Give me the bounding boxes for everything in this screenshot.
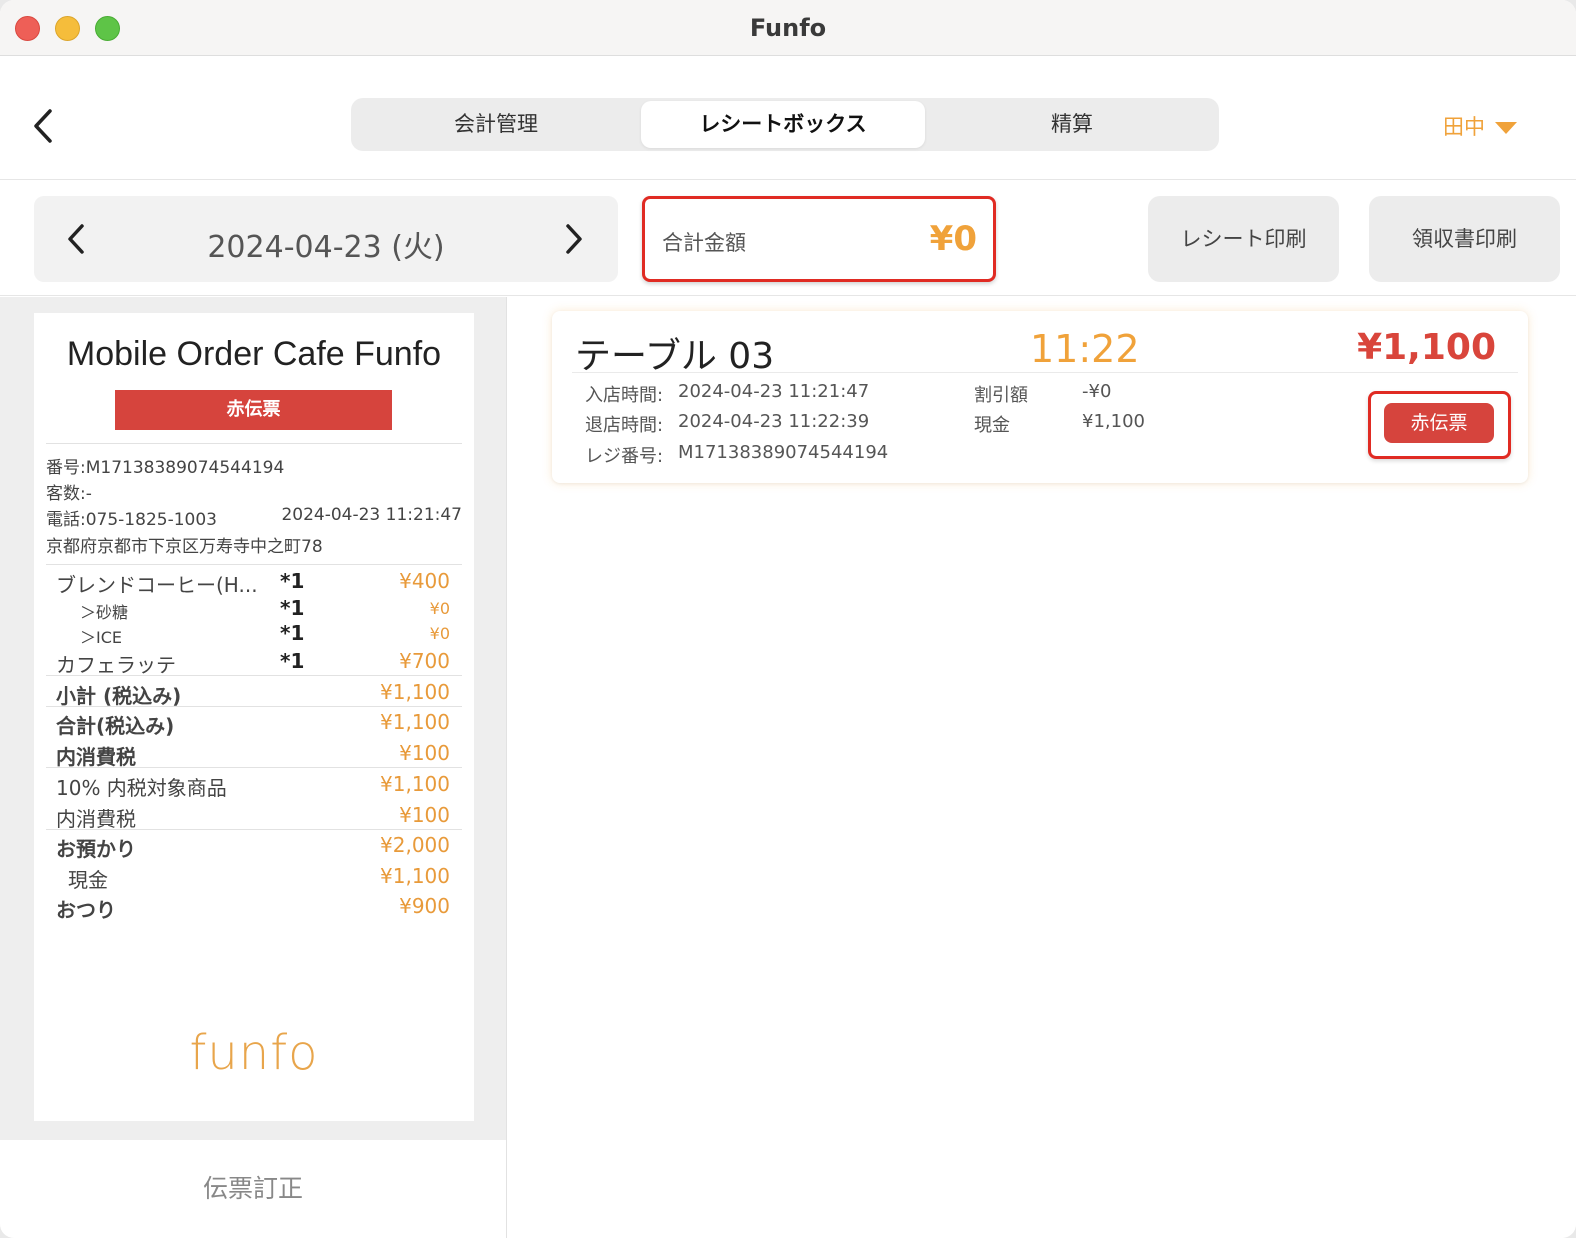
discount-label: 割引額	[974, 385, 1028, 406]
toolbar: 2024-04-23 (火) 合計金額 ¥0 レシート印刷 領収書印刷	[0, 181, 1576, 296]
print-invoice-button[interactable]: 領収書印刷	[1369, 196, 1560, 282]
divider	[572, 372, 1518, 373]
store-name: Mobile Order Cafe Funfo	[66, 335, 442, 373]
summary-label: 現金	[68, 868, 108, 892]
summary-label: 小計 (税込み)	[56, 684, 182, 708]
summary-row: 10% 内税対象商品 ¥1,100	[46, 772, 462, 800]
receipt-option: ＞砂糖 *1 ¥0	[46, 596, 462, 625]
option-name: ＞砂糖	[80, 603, 129, 622]
summary-label: お預かり	[56, 837, 136, 861]
red-slip-button[interactable]: 赤伝票	[1384, 403, 1494, 443]
summary-row: お預かり ¥2,000	[46, 833, 462, 861]
summary-value: ¥900	[399, 894, 450, 918]
summary-value: ¥1,100	[380, 772, 450, 796]
store-phone: 電話:075-1825-1003	[46, 510, 217, 530]
total-amount-label: 合計金額	[662, 231, 746, 255]
cash-value: ¥1,100	[1082, 411, 1145, 432]
item-price: ¥400	[399, 569, 450, 593]
receipt-torn-edge	[34, 1107, 474, 1117]
total-amount-value: ¥0	[929, 219, 977, 259]
summary-label: おつり	[56, 898, 116, 922]
tab-receipt-box[interactable]: レシートボックス	[641, 101, 925, 148]
total-amount-box: 合計金額 ¥0	[642, 196, 996, 282]
checkin-time: 2024-04-23 11:21:47	[678, 381, 870, 402]
slip-correction-button[interactable]: 伝票訂正	[0, 1140, 506, 1238]
checkout-label: 退店時間:	[585, 415, 664, 436]
register-number: M17138389074544194	[678, 442, 889, 463]
checkout-time: 2024-04-23 11:22:39	[678, 411, 870, 432]
app-window: Funfo 会計管理 レシートボックス 精算 田中 2024-04-23 (火)	[0, 0, 1576, 1238]
chevron-left-icon	[68, 224, 84, 254]
chevron-right-icon	[566, 224, 582, 254]
summary-row: 合計(税込み) ¥1,100	[46, 710, 462, 738]
chevron-left-icon	[34, 109, 52, 143]
receipt-number: 番号:M17138389074544194	[46, 458, 285, 478]
summary-row: 現金 ¥1,100	[46, 864, 462, 892]
user-name: 田中	[1443, 115, 1485, 139]
guest-count: 客数:-	[46, 484, 92, 504]
title-bar: Funfo	[0, 0, 1576, 56]
store-address: 京都府京都市下京区万寿寺中之町78	[46, 537, 323, 557]
divider	[46, 675, 462, 676]
summary-row: 内消費税 ¥100	[46, 803, 462, 831]
option-qty: *1	[280, 596, 305, 620]
option-qty: *1	[280, 621, 305, 645]
summary-label: 内消費税	[56, 807, 136, 831]
summary-row: 小計 (税込み) ¥1,100	[46, 680, 462, 708]
order-amount: ¥1,100	[1357, 327, 1496, 368]
discount-value: -¥0	[1082, 381, 1112, 402]
tab-accounting[interactable]: 会計管理	[351, 101, 641, 148]
funfo-logo: funfo	[189, 1025, 319, 1081]
window-title: Funfo	[749, 14, 827, 42]
summary-value: ¥1,100	[380, 710, 450, 734]
divider	[46, 564, 462, 565]
item-price: ¥700	[399, 649, 450, 673]
receipt-preview: Mobile Order Cafe Funfo 赤伝票 番号:M17138389…	[34, 313, 474, 1121]
receipt-item: カフェラッテ *1 ¥700	[46, 649, 462, 677]
receipt-panel: Mobile Order Cafe Funfo 赤伝票 番号:M17138389…	[0, 297, 507, 1238]
item-qty: *1	[280, 569, 305, 593]
divider	[46, 767, 462, 768]
summary-label: 内消費税	[56, 745, 136, 769]
cash-label: 現金	[974, 415, 1010, 436]
summary-label: 10% 内税対象商品	[56, 776, 227, 800]
divider	[46, 706, 462, 707]
divider	[46, 443, 462, 444]
item-name: ブレンドコーヒー(H...	[56, 573, 258, 597]
item-qty: *1	[280, 649, 305, 673]
order-card[interactable]: テーブル 03 11:22 ¥1,100 入店時間: 2024-04-23 11…	[552, 311, 1528, 483]
summary-value: ¥100	[399, 741, 450, 765]
divider	[46, 829, 462, 830]
segmented-control: 会計管理 レシートボックス 精算	[351, 98, 1219, 151]
date-selector: 2024-04-23 (火)	[34, 196, 618, 282]
current-date: 2024-04-23 (火)	[207, 230, 445, 265]
order-list: テーブル 03 11:22 ¥1,100 入店時間: 2024-04-23 11…	[508, 297, 1576, 1238]
option-name: ＞ICE	[80, 628, 123, 647]
order-time: 11:22	[1030, 327, 1140, 371]
summary-value: ¥1,100	[380, 680, 450, 704]
register-label: レジ番号:	[585, 446, 664, 467]
option-price: ¥0	[429, 599, 450, 618]
next-date-button[interactable]	[558, 222, 586, 256]
checkin-label: 入店時間:	[585, 385, 664, 406]
summary-row: 内消費税 ¥100	[46, 741, 462, 769]
caret-down-icon	[1495, 122, 1517, 134]
receipt-option: ＞ICE *1 ¥0	[46, 621, 462, 650]
option-price: ¥0	[429, 624, 450, 643]
tab-settlement[interactable]: 精算	[925, 101, 1219, 148]
receipt-item: ブレンドコーヒー(H... *1 ¥400	[46, 569, 462, 597]
red-slip-badge: 赤伝票	[115, 390, 392, 430]
receipt-datetime: 2024-04-23 11:21:47	[281, 505, 462, 525]
header: 会計管理 レシートボックス 精算 田中	[0, 57, 1576, 180]
item-name: カフェラッテ	[56, 653, 176, 677]
summary-label: 合計(税込み)	[56, 714, 175, 738]
back-button[interactable]	[30, 107, 60, 145]
prev-date-button[interactable]	[64, 222, 92, 256]
print-receipt-button[interactable]: レシート印刷	[1148, 196, 1339, 282]
summary-value: ¥1,100	[380, 864, 450, 888]
user-menu[interactable]: 田中	[1443, 111, 1517, 141]
summary-value: ¥100	[399, 803, 450, 827]
summary-row: おつり ¥900	[46, 894, 462, 922]
summary-value: ¥2,000	[380, 833, 450, 857]
